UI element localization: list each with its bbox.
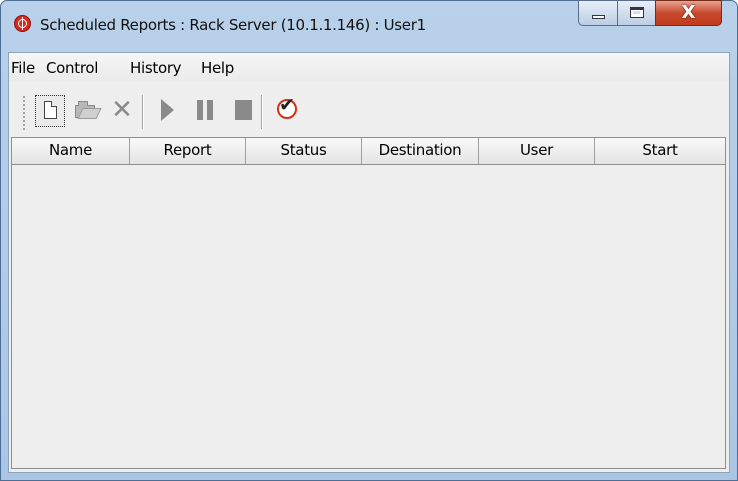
maximize-icon bbox=[630, 7, 644, 18]
column-header-destination[interactable]: Destination bbox=[362, 138, 479, 164]
column-header-status[interactable]: Status bbox=[246, 138, 362, 164]
table-header: Name Report Status Destination User Star… bbox=[12, 138, 725, 165]
reports-table: Name Report Status Destination User Star… bbox=[11, 137, 726, 469]
folder-flap-shape bbox=[77, 108, 102, 119]
pause-button[interactable] bbox=[189, 95, 219, 125]
app-globe-icon[interactable] bbox=[14, 15, 31, 32]
menu-control[interactable]: Control bbox=[46, 59, 98, 77]
play-icon bbox=[161, 99, 174, 121]
minimize-button[interactable] bbox=[578, 0, 618, 26]
column-header-user[interactable]: User bbox=[479, 138, 595, 164]
pause-bar-right bbox=[207, 100, 213, 120]
toolbar-separator bbox=[142, 95, 144, 129]
scheduled-reports-window: Scheduled Reports : Rack Server (10.1.1.… bbox=[0, 0, 738, 481]
close-icon: X bbox=[681, 2, 696, 23]
delete-report-button[interactable]: ✕ bbox=[107, 95, 137, 125]
toolbar-separator bbox=[261, 95, 263, 129]
menu-file[interactable]: File bbox=[11, 59, 35, 77]
pause-bar-left bbox=[197, 100, 203, 120]
close-button[interactable]: X bbox=[655, 0, 722, 26]
open-report-button[interactable] bbox=[71, 95, 102, 125]
title-bar[interactable]: Scheduled Reports : Rack Server (10.1.1.… bbox=[0, 0, 738, 52]
menu-help[interactable]: Help bbox=[201, 59, 234, 77]
minimize-icon bbox=[592, 15, 605, 19]
client-area: File Control History Help ✕ ✔ Name Repor… bbox=[8, 52, 730, 473]
stop-icon bbox=[235, 100, 252, 120]
run-button[interactable] bbox=[153, 95, 183, 125]
menu-bar: File Control History Help bbox=[9, 53, 729, 81]
toolbar-grip[interactable] bbox=[22, 95, 26, 131]
check-icon: ✔ bbox=[279, 94, 295, 116]
table-body[interactable] bbox=[12, 165, 725, 468]
maximize-button[interactable] bbox=[617, 0, 656, 26]
column-header-start[interactable]: Start bbox=[595, 138, 725, 164]
new-document-icon bbox=[44, 101, 57, 119]
check-status-button[interactable]: ✔ bbox=[271, 95, 301, 125]
column-header-report[interactable]: Report bbox=[130, 138, 246, 164]
delete-icon: ✕ bbox=[111, 95, 133, 125]
caption-buttons: X bbox=[578, 0, 728, 30]
menu-history[interactable]: History bbox=[130, 59, 182, 77]
column-header-name[interactable]: Name bbox=[12, 138, 130, 164]
new-report-button[interactable] bbox=[35, 95, 65, 127]
stop-button[interactable] bbox=[228, 95, 258, 125]
window-title: Scheduled Reports : Rack Server (10.1.1.… bbox=[40, 16, 426, 34]
toolbar: ✕ ✔ bbox=[9, 81, 729, 137]
